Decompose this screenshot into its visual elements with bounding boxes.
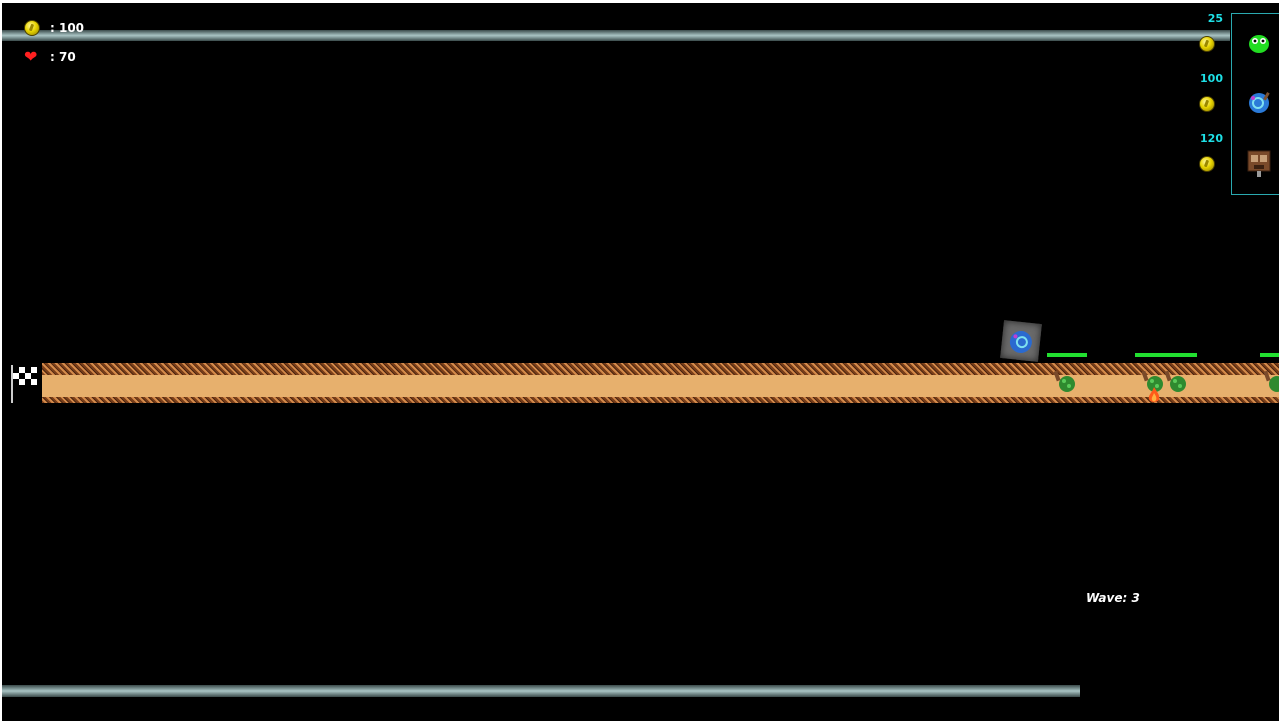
bottom-progress-bar	[2, 685, 1080, 697]
price-wooden-cabinet-tower: 120	[1200, 132, 1223, 145]
price-blue-orb-tower: 100	[1200, 72, 1223, 85]
coins-value: : 100	[50, 21, 85, 35]
enemy-health-bar	[1260, 353, 1279, 357]
turtle-enemy-icon[interactable]	[1054, 371, 1076, 393]
enemy-health-bar	[1135, 353, 1197, 357]
wooden-cabinet-icon	[1247, 150, 1271, 177]
placed-blue-orb-tower[interactable]	[1000, 320, 1042, 362]
shop-item-green-blob-tower[interactable]	[1246, 29, 1272, 55]
blue-orb-icon	[1009, 330, 1032, 353]
shop-item-wooden-cabinet-tower[interactable]	[1246, 149, 1272, 177]
lives-value: : 70	[50, 50, 76, 64]
enemy-path	[42, 363, 1279, 403]
checkered-flag-icon	[11, 365, 37, 403]
game-canvas[interactable]: : 100 ❤ : 70 25 100 120 Wave: 3	[2, 3, 1279, 721]
coin-icon	[1199, 96, 1215, 112]
green-blob-icon	[1249, 35, 1269, 53]
coin-icon	[24, 20, 40, 36]
price-green-blob-tower: 25	[1207, 12, 1223, 25]
path-sand-lane	[42, 375, 1279, 397]
wave-counter: Wave: 3	[1086, 591, 1140, 605]
enemy-health-bar	[1047, 353, 1087, 357]
turtle-enemy-icon[interactable]	[1264, 371, 1279, 393]
lives-counter: ❤ : 70	[24, 47, 76, 66]
fire-projectile-icon	[1148, 387, 1160, 402]
coin-icon	[1199, 156, 1215, 172]
heart-icon: ❤	[24, 47, 38, 66]
top-divider-bar	[2, 30, 1230, 41]
coin-icon	[1199, 36, 1215, 52]
blue-orb-icon	[1249, 92, 1270, 113]
coins-counter: : 100	[24, 20, 84, 36]
shop-item-blue-orb-tower[interactable]	[1246, 89, 1272, 115]
turtle-enemy-icon[interactable]	[1165, 371, 1187, 393]
